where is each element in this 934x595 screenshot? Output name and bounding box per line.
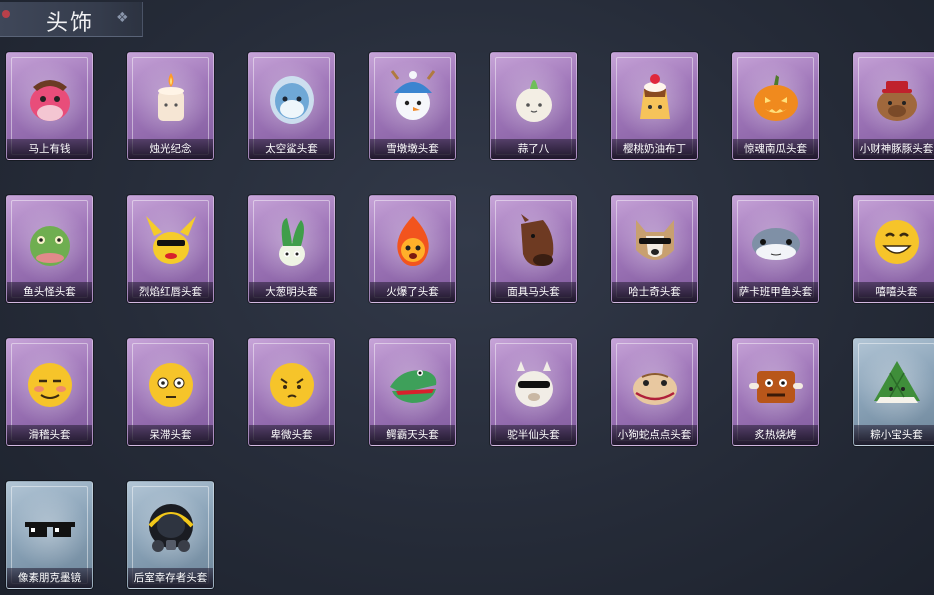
item-label: 后室幸存者头套 — [128, 568, 213, 588]
headwear-item[interactable]: 萨卡班甲鱼头套 — [732, 195, 819, 303]
electric-mouse-icon — [140, 210, 202, 272]
headwear-item[interactable]: 太空鲨头套 — [248, 52, 335, 160]
gas-mask-helmet-icon — [140, 496, 202, 558]
headwear-item[interactable]: 惊魂南瓜头套 — [732, 52, 819, 160]
alpaca-icon — [503, 353, 565, 415]
headwear-item[interactable]: 樱桃奶油布丁 — [611, 52, 698, 160]
scallion-icon — [261, 210, 323, 272]
item-label: 卑微头套 — [249, 425, 334, 445]
headwear-item[interactable]: 后室幸存者头套 — [127, 481, 214, 589]
pixel-sunglasses-icon — [19, 496, 81, 558]
zongzi-icon — [866, 353, 928, 415]
headwear-item[interactable]: 炙热烧烤 — [732, 338, 819, 446]
headwear-item[interactable]: 鱼头怪头套 — [6, 195, 93, 303]
item-label: 面具马头套 — [491, 282, 576, 302]
item-label: 呆滞头套 — [128, 425, 213, 445]
item-label: 火爆了头套 — [370, 282, 455, 302]
item-label: 像素朋克墨镜 — [7, 568, 92, 588]
item-label: 烈焰红唇头套 — [128, 282, 213, 302]
garlic-icon — [503, 67, 565, 129]
headwear-item[interactable]: 像素朋克墨镜 — [6, 481, 93, 589]
headwear-grid: 马上有钱 烛光纪念 太空鲨头套 雪墩墩头套 蒜了八 樱桃奶油布丁 惊魂南瓜头套 小财神豚豚头套… — [0, 0, 934, 595]
headwear-item[interactable]: 雪墩墩头套 — [369, 52, 456, 160]
space-shark-icon — [261, 67, 323, 129]
pudding-icon — [624, 67, 686, 129]
item-label: 鱼头怪头套 — [7, 282, 92, 302]
headwear-item[interactable]: 烈焰红唇头套 — [127, 195, 214, 303]
fireball-icon — [382, 210, 444, 272]
dazed-emoji-icon — [140, 353, 202, 415]
item-label: 粽小宝头套 — [854, 425, 934, 445]
headwear-item[interactable]: 粽小宝头套 — [853, 338, 934, 446]
item-label: 哈士奇头套 — [612, 282, 697, 302]
pumpkin-icon — [745, 67, 807, 129]
headwear-item[interactable]: 马上有钱 — [6, 52, 93, 160]
item-label: 烛光纪念 — [128, 139, 213, 159]
headwear-item[interactable]: 蒜了八 — [490, 52, 577, 160]
horse-head-icon — [19, 67, 81, 129]
snake-icon — [624, 353, 686, 415]
headwear-item[interactable]: 小狗蛇点点头套 — [611, 338, 698, 446]
headwear-item[interactable]: 大葱明头套 — [248, 195, 335, 303]
grin-emoji-icon — [866, 210, 928, 272]
snowman-icon — [382, 67, 444, 129]
headwear-item[interactable]: 嘻嘻头套 — [853, 195, 934, 303]
headwear-item[interactable]: 呆滞头套 — [127, 338, 214, 446]
item-label: 马上有钱 — [7, 139, 92, 159]
item-label: 小狗蛇点点头套 — [612, 425, 697, 445]
funny-emoji-icon — [19, 353, 81, 415]
item-label: 樱桃奶油布丁 — [612, 139, 697, 159]
barbecue-icon — [745, 353, 807, 415]
candle-icon — [140, 67, 202, 129]
item-label: 萨卡班甲鱼头套 — [733, 282, 818, 302]
fish-head-icon — [19, 210, 81, 272]
item-label: 雪墩墩头套 — [370, 139, 455, 159]
item-label: 炙热烧烤 — [733, 425, 818, 445]
item-label: 嘻嘻头套 — [854, 282, 934, 302]
horse-mask-icon — [503, 210, 565, 272]
headwear-item[interactable]: 滑稽头套 — [6, 338, 93, 446]
item-label: 蒜了八 — [491, 139, 576, 159]
headwear-item[interactable]: 火爆了头套 — [369, 195, 456, 303]
headwear-item[interactable]: 小财神豚豚头套 — [853, 52, 934, 160]
headwear-item[interactable]: 卑微头套 — [248, 338, 335, 446]
item-label: 鳄霸天头套 — [370, 425, 455, 445]
capybara-icon — [866, 67, 928, 129]
sacabambaspis-icon — [745, 210, 807, 272]
item-label: 太空鲨头套 — [249, 139, 334, 159]
item-label: 驼半仙头套 — [491, 425, 576, 445]
crocodile-icon — [382, 353, 444, 415]
item-label: 滑稽头套 — [7, 425, 92, 445]
headwear-item[interactable]: 烛光纪念 — [127, 52, 214, 160]
humble-emoji-icon — [261, 353, 323, 415]
item-label: 大葱明头套 — [249, 282, 334, 302]
husky-icon — [624, 210, 686, 272]
item-label: 小财神豚豚头套 — [854, 139, 934, 159]
headwear-item[interactable]: 驼半仙头套 — [490, 338, 577, 446]
headwear-item[interactable]: 哈士奇头套 — [611, 195, 698, 303]
headwear-item[interactable]: 鳄霸天头套 — [369, 338, 456, 446]
item-label: 惊魂南瓜头套 — [733, 139, 818, 159]
headwear-item[interactable]: 面具马头套 — [490, 195, 577, 303]
